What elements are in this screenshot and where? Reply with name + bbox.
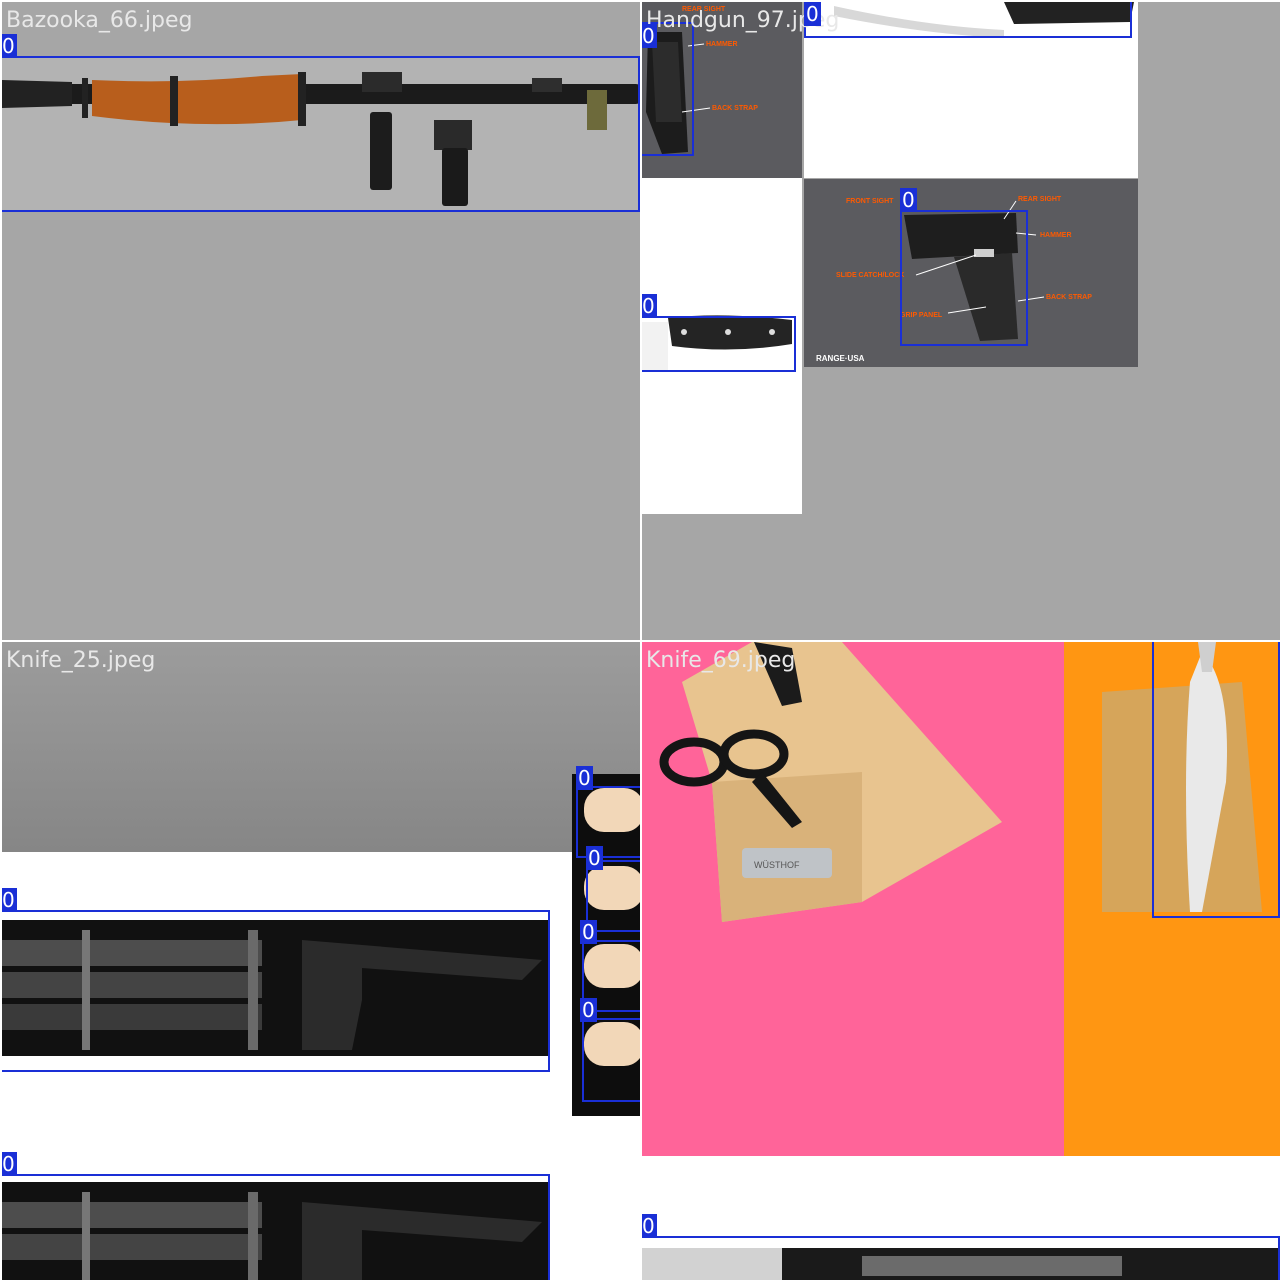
- callout-back-strap: BACK STRAP: [1046, 294, 1092, 301]
- tile-filename: Knife_25.jpeg: [6, 648, 156, 673]
- detection-box: [1152, 642, 1280, 918]
- mosaic-tile-handgun: REAR SIGHT HAMMER BACK STRAP 0 0 0 FRONT…: [642, 2, 1280, 640]
- detection-box: [2, 1174, 550, 1280]
- detection-label: 0: [642, 294, 657, 318]
- detection-box: [642, 1236, 1280, 1280]
- detection-label: 0: [2, 34, 17, 58]
- callout-hammer: HAMMER: [1040, 232, 1072, 239]
- mosaic-tile-bazooka: Bazooka_66.jpeg 0: [2, 2, 640, 640]
- detection-label: 0: [642, 24, 657, 48]
- detection-box: [804, 2, 1132, 38]
- callout-hammer: HAMMER: [706, 41, 738, 48]
- range-usa-brand: RANGE·USA: [816, 354, 865, 363]
- mosaic-tile-knife-25: Knife_25.jpeg 0 0 0 0 0 0: [2, 642, 640, 1280]
- detection-label: 0: [580, 920, 597, 944]
- detection-box: [582, 1018, 640, 1102]
- callout-front-sight: FRONT SIGHT: [846, 198, 894, 205]
- callout-back-strap: BACK STRAP: [712, 105, 758, 112]
- detection-label: 0: [642, 1214, 657, 1238]
- mosaic-tile-knife-69: WÜSTHOF Knife_69.jpeg 0 0: [642, 642, 1280, 1280]
- detection-label: 0: [586, 846, 603, 870]
- callout-rear-sight: REAR SIGHT: [1018, 196, 1062, 203]
- detection-label: 0: [804, 2, 821, 26]
- tile-filename: Bazooka_66.jpeg: [6, 8, 193, 33]
- detection-box: [2, 56, 640, 212]
- detection-label: 0: [2, 888, 17, 912]
- callout-slide-catch: SLIDE CATCH/LOCK: [836, 272, 904, 279]
- tile-filename: Knife_69.jpeg: [646, 648, 796, 673]
- detection-label: 0: [576, 766, 593, 790]
- detection-box: [2, 910, 550, 1072]
- detection-box: [642, 316, 796, 372]
- block-brand-text: WÜSTHOF: [754, 860, 800, 870]
- gray-area: [2, 642, 640, 852]
- detection-label: 0: [2, 1152, 17, 1176]
- detection-label: 0: [580, 998, 597, 1022]
- detection-box: [900, 210, 1028, 346]
- detection-label: 0: [900, 188, 917, 212]
